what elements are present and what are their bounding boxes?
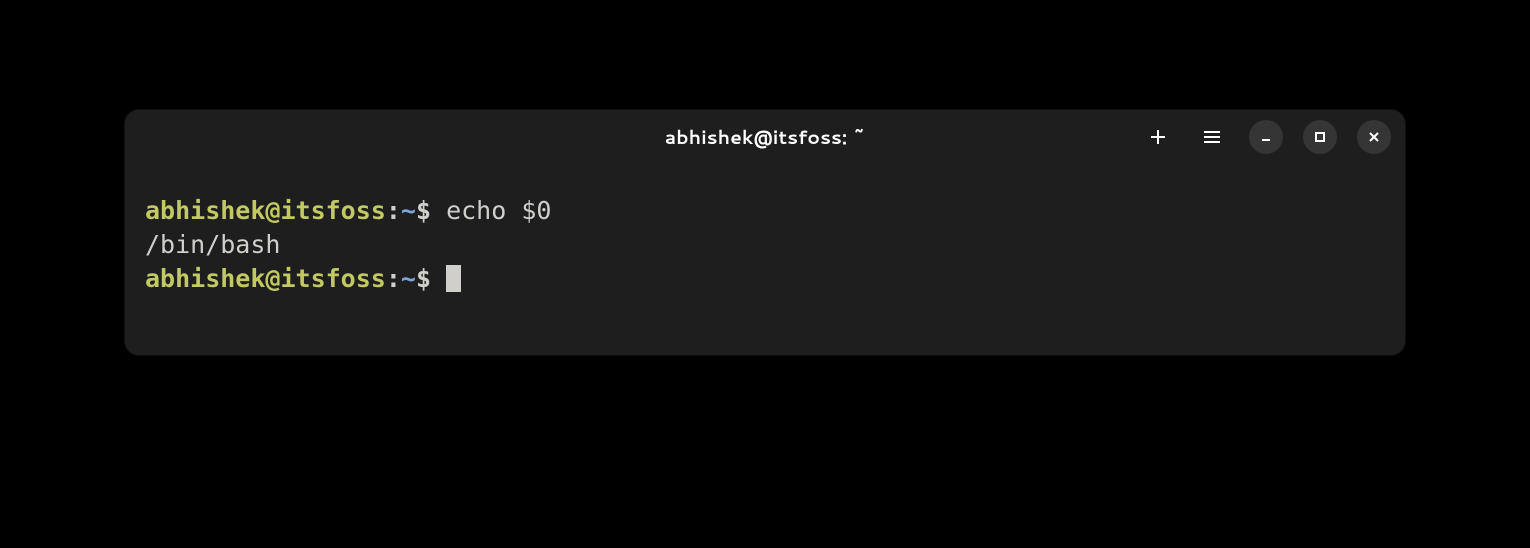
prompt-userhost: abhishek@itsfoss <box>145 196 386 225</box>
command-text: echo $0 <box>446 196 551 225</box>
prompt-dollar: $ <box>416 196 446 225</box>
hamburger-icon <box>1203 130 1221 144</box>
terminal-line-prompt: abhishek@itsfoss:~$ <box>145 262 1385 296</box>
titlebar-controls <box>1141 120 1391 154</box>
terminal-line-output: /bin/bash <box>145 228 1385 262</box>
prompt-dollar: $ <box>416 264 446 293</box>
titlebar: abhishek@itsfoss: ~ <box>125 110 1405 164</box>
prompt-colon: : <box>386 196 401 225</box>
prompt-userhost: abhishek@itsfoss <box>145 264 386 293</box>
terminal-line-command: abhishek@itsfoss:~$ echo $0 <box>145 194 1385 228</box>
cursor <box>446 265 461 292</box>
terminal-window: abhishek@itsfoss: ~ <box>125 110 1405 355</box>
close-icon <box>1367 130 1381 144</box>
plus-icon <box>1149 128 1167 146</box>
prompt-colon: : <box>386 264 401 293</box>
menu-button[interactable] <box>1195 120 1229 154</box>
output-text: /bin/bash <box>145 230 280 259</box>
prompt-path: ~ <box>401 264 416 293</box>
terminal-body[interactable]: abhishek@itsfoss:~$ echo $0 /bin/bash ab… <box>125 164 1405 355</box>
close-button[interactable] <box>1357 120 1391 154</box>
minimize-button[interactable] <box>1249 120 1283 154</box>
new-tab-button[interactable] <box>1141 120 1175 154</box>
prompt-path: ~ <box>401 196 416 225</box>
minimize-icon <box>1259 130 1273 144</box>
maximize-button[interactable] <box>1303 120 1337 154</box>
maximize-icon <box>1313 130 1327 144</box>
